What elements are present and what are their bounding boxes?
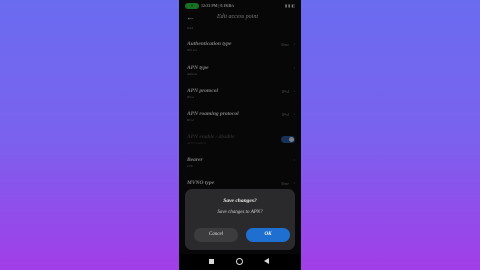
navigation-bar [179, 254, 301, 270]
home-icon[interactable] [236, 258, 243, 265]
save-changes-dialog: Save changes? Save changes to APN? Cance… [185, 189, 295, 250]
cancel-button[interactable]: Cancel [194, 228, 238, 242]
phone-screen: 0 12:23 PM | 0.1KB/s ▮ ▮ ◧ ← Edit access… [179, 0, 301, 270]
recents-icon[interactable] [209, 259, 214, 264]
back-icon[interactable] [264, 258, 269, 264]
dialog-title: Save changes? [223, 198, 257, 204]
dialog-message: Save changes to APN? [217, 210, 263, 215]
ok-button[interactable]: OK [246, 228, 290, 242]
